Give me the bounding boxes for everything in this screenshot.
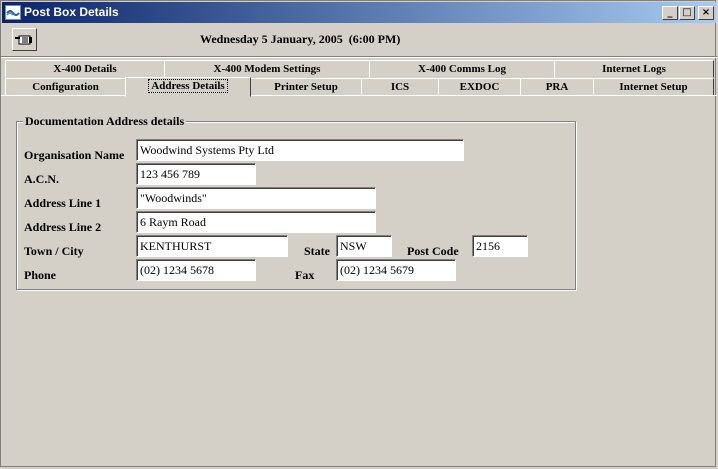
tab-configuration[interactable]: Configuration (5, 78, 126, 96)
address-line-1-label: Address Line 1 (24, 196, 102, 210)
tab-x400-comms-log[interactable]: X-400 Comms Log (369, 60, 555, 78)
address-line-2-label: Address Line 2 (24, 220, 102, 234)
tab-internet-logs[interactable]: Internet Logs (554, 60, 714, 78)
current-datetime: Wednesday 5 January, 2005 (6:00 PM) (200, 32, 401, 46)
fax-input[interactable]: (02) 1234 5679 (336, 259, 456, 281)
acn-input[interactable]: 123 456 789 (136, 163, 256, 185)
town-city-input[interactable]: KENTHURST (136, 235, 288, 257)
fax-label: Fax (295, 268, 315, 282)
town-city-label: Town / City (24, 244, 84, 258)
state-input[interactable]: NSW (336, 235, 392, 257)
maximize-button[interactable]: □ (679, 6, 695, 20)
organisation-name-input[interactable]: Woodwind Systems Pty Ltd (136, 139, 464, 161)
address-line-1-input[interactable]: "Woodwinds" (136, 187, 376, 209)
post-code-label: Post Code (407, 244, 459, 258)
tab-address-details[interactable]: Address Details (125, 77, 251, 97)
tab-internet-setup[interactable]: Internet Setup (593, 78, 714, 96)
tab-exdoc[interactable]: EXDOC (438, 78, 521, 96)
close-button[interactable]: × (698, 6, 714, 20)
address-line-2-input[interactable]: 6 Raym Road (136, 211, 376, 233)
post-code-input[interactable]: 2156 (472, 235, 528, 257)
tab-x400-details[interactable]: X-400 Details (5, 60, 165, 78)
state-label: State (304, 244, 330, 258)
hand-point-button[interactable] (12, 28, 37, 51)
tab-panel-border (1, 95, 717, 96)
phone-label: Phone (24, 268, 57, 282)
post-box-details-window: Post Box Details _ □ × Wednesday 5 Janua… (0, 0, 717, 467)
tab-address-details-label: Address Details (148, 79, 228, 93)
organisation-name-label: Organisation Name (24, 148, 125, 162)
minimize-button[interactable]: _ (662, 6, 678, 20)
hand-point-icon (15, 35, 32, 45)
tab-pra[interactable]: PRA (520, 78, 594, 96)
tab-ics[interactable]: ICS (361, 78, 439, 96)
title-bar[interactable]: Post Box Details _ □ × (2, 2, 716, 23)
tab-x400-modem-settings[interactable]: X-400 Modem Settings (164, 60, 370, 78)
phone-input[interactable]: (02) 1234 5678 (136, 259, 256, 281)
app-icon (5, 5, 21, 20)
window-title: Post Box Details (24, 5, 119, 19)
groupbox-title: Documentation Address details (23, 114, 187, 129)
tab-printer-setup[interactable]: Printer Setup (250, 78, 362, 96)
envelope-link-icon (6, 10, 20, 16)
toolbar-separator (1, 56, 717, 58)
acn-label: A.C.N. (24, 172, 59, 186)
